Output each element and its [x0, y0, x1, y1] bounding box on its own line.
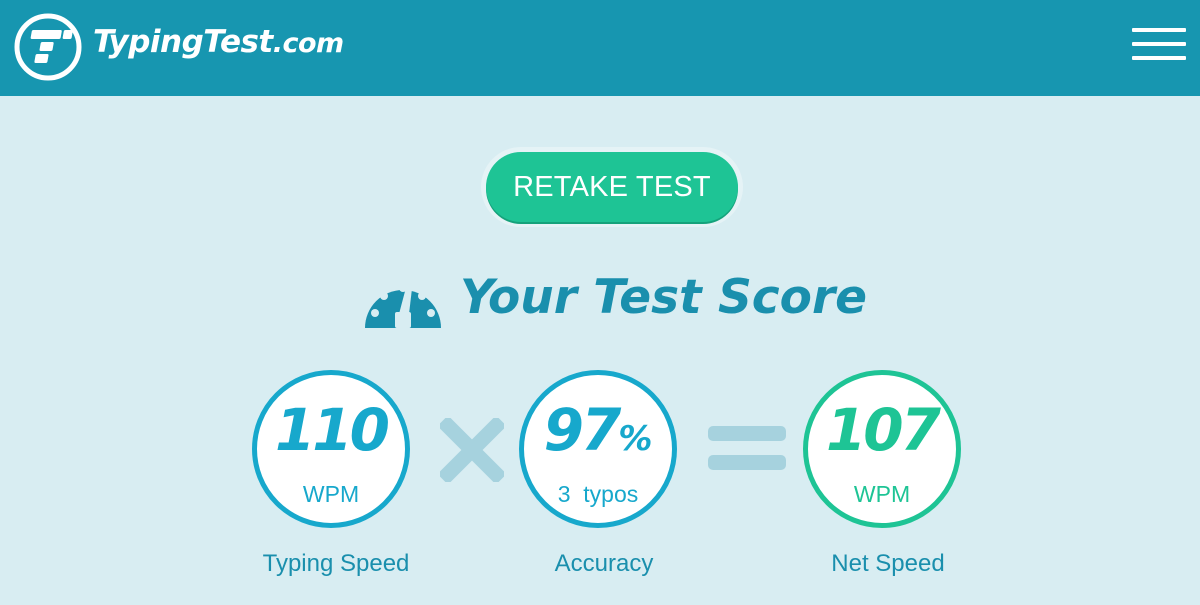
typing-speed-circle: 110 WPM	[252, 370, 410, 528]
logo-suffix: .com	[272, 28, 344, 59]
typing-speed-value: 110	[274, 396, 390, 464]
accuracy-circle: 97% 3 typos	[519, 370, 677, 528]
logo-name: TypingTest	[93, 24, 273, 60]
equals-icon	[708, 426, 786, 470]
net-speed-caption: Net Speed	[831, 550, 945, 577]
net-speed-unit: WPM	[853, 481, 911, 507]
typing-speed-caption: Typing Speed	[262, 550, 410, 577]
accuracy-typos: 3 typos	[557, 481, 639, 507]
accuracy-percent-sign: %	[618, 419, 653, 459]
speedometer-icon	[365, 280, 441, 328]
accuracy-value: 97	[543, 396, 622, 464]
hamburger-menu-icon[interactable]	[1128, 22, 1190, 66]
site-logo-text[interactable]: TypingTest.com	[93, 20, 344, 66]
typingtest-logo-icon[interactable]	[14, 13, 82, 81]
score-heading: Your Test Score	[360, 260, 880, 330]
score-title: Your Test Score	[460, 270, 868, 325]
accuracy-value-wrap: 97%	[524, 397, 672, 472]
typing-speed-unit: WPM	[302, 481, 360, 507]
retake-test-button[interactable]: RETAKE TEST	[486, 152, 738, 222]
net-speed-circle: 107 WPM	[803, 370, 961, 528]
net-speed-value: 107	[825, 396, 941, 464]
site-header: TypingTest.com	[0, 0, 1200, 96]
accuracy-caption: Accuracy	[554, 550, 654, 577]
multiply-icon	[440, 418, 504, 482]
